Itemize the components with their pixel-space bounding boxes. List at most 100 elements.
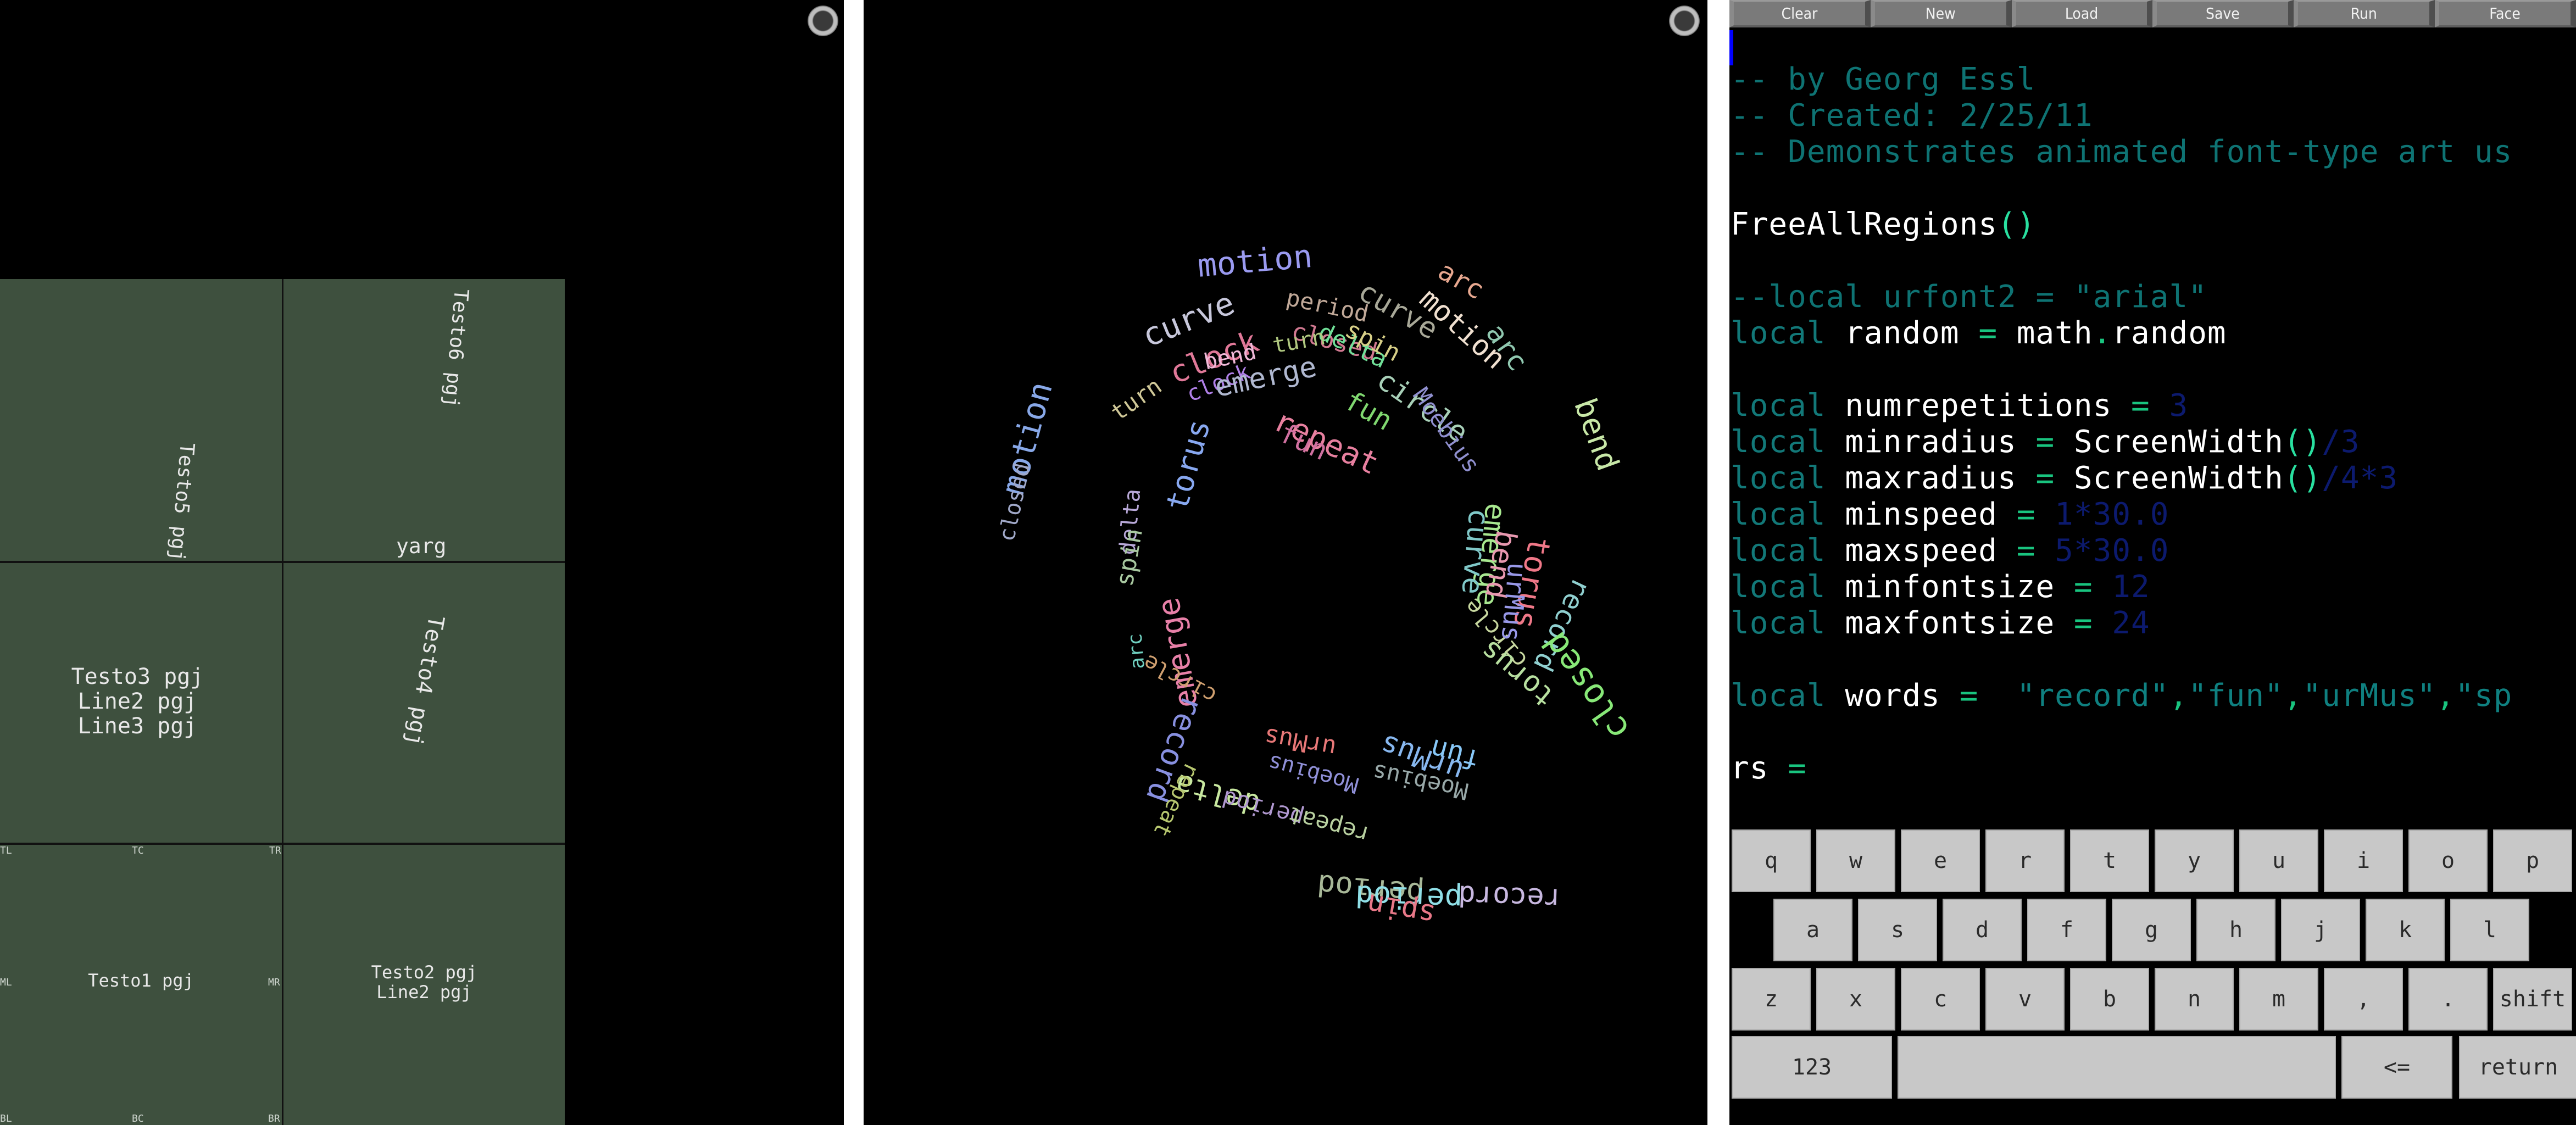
key-return[interactable]: return xyxy=(2459,1036,2576,1099)
code-token: "record" xyxy=(1978,678,2169,714)
key-numbers[interactable]: 123 xyxy=(1732,1036,1892,1099)
clear-button[interactable]: Clear xyxy=(1729,0,1871,27)
key-b[interactable]: b xyxy=(2070,968,2149,1031)
key-y[interactable]: y xyxy=(2155,829,2234,892)
key-shift[interactable]: shift xyxy=(2493,968,2572,1031)
floating-word: urMus xyxy=(1495,561,1533,643)
floating-word: repeat xyxy=(1284,801,1373,849)
code-line: FreeAllRegions() xyxy=(1731,207,2512,243)
code-token: maxradius xyxy=(1845,460,2036,496)
anchor-label-ml: ML xyxy=(0,977,12,988)
key-z[interactable]: z xyxy=(1732,968,1811,1031)
key-g[interactable]: g xyxy=(2112,899,2191,961)
load-button[interactable]: Load xyxy=(2011,0,2153,27)
key-p[interactable]: p xyxy=(2493,829,2572,892)
floating-word: turn xyxy=(1271,324,1327,359)
code-line: local maxfontsize = 24 xyxy=(1731,605,2512,642)
run-button[interactable]: Run xyxy=(2294,0,2435,27)
code-token: random xyxy=(2112,315,2227,351)
key-space[interactable] xyxy=(1898,1036,2336,1099)
circle-toggle-icon[interactable] xyxy=(1669,5,1700,36)
code-token: maxfontsize xyxy=(1845,605,2074,641)
code-token: ScreenWidth xyxy=(2055,424,2284,460)
onscreen-keyboard: q w e r t y u i o p a s d f g h j k l z x c v b n m,. shift 123 <= re… xyxy=(1729,818,2576,1125)
code-token: = xyxy=(2073,605,2093,641)
key-n[interactable]: n xyxy=(2155,968,2234,1031)
code-token: = xyxy=(2131,388,2150,424)
anchor-label-tc: TC xyxy=(132,845,144,856)
code-token: /3 xyxy=(2322,424,2360,460)
key-r[interactable]: r xyxy=(1985,829,2065,892)
code-token: words xyxy=(1845,678,1960,714)
grid-cell-testo6[interactable]: Testo6 pgj yarg xyxy=(283,279,565,561)
code-token: minspeed xyxy=(1845,497,2017,532)
code-token: , xyxy=(2169,678,2189,714)
key-h[interactable]: h xyxy=(2196,899,2275,961)
key-comma[interactable]: , xyxy=(2324,968,2403,1031)
code-token: 1*30.0 xyxy=(2035,497,2169,532)
key-t[interactable]: t xyxy=(2070,829,2149,892)
code-token: math xyxy=(1998,315,2093,351)
code-token: local xyxy=(1731,678,1845,714)
save-button[interactable]: Save xyxy=(2152,0,2294,27)
new-button[interactable]: New xyxy=(1870,0,2012,27)
code-line: local minradius = ScreenWidth()/3 xyxy=(1731,424,2512,460)
key-s[interactable]: s xyxy=(1858,899,1937,961)
grid-cell-testo3[interactable]: Testo3 pgj Line2 pgj Line3 pgj xyxy=(0,563,282,843)
key-period[interactable]: . xyxy=(2408,968,2488,1031)
circle-toggle-icon[interactable] xyxy=(808,5,838,36)
grid-cell-testo1[interactable]: Testo1 pgj TL TC TR ML MR BL BC BR xyxy=(0,845,282,1125)
key-f[interactable]: f xyxy=(2027,899,2106,961)
code-line: local maxradius = ScreenWidth()/4*3 xyxy=(1731,460,2512,497)
key-backspace[interactable]: <= xyxy=(2341,1036,2452,1099)
code-line: local minfontsize = 12 xyxy=(1731,569,2512,605)
key-d[interactable]: d xyxy=(1943,899,2022,961)
code-token: 5*30.0 xyxy=(2035,533,2169,569)
key-k[interactable]: k xyxy=(2366,899,2445,961)
cell-label: Testo4 pgj xyxy=(400,614,449,749)
grid-cell-testo4[interactable]: Testo4 pgj xyxy=(283,563,565,843)
key-u[interactable]: u xyxy=(2239,829,2318,892)
code-token: "sp xyxy=(2455,678,2513,714)
code-line: local words = "record","fun","urMus","sp xyxy=(1731,678,2512,714)
code-line: local random = math.random xyxy=(1731,315,2512,352)
key-m[interactable]: m xyxy=(2239,968,2318,1031)
code-token: local xyxy=(1731,388,1845,424)
grid-cell-testo5[interactable]: Testo5 pgj xyxy=(0,279,282,562)
code-token: 12 xyxy=(2093,569,2150,605)
key-j[interactable]: j xyxy=(2281,899,2360,961)
code-token: = xyxy=(2035,424,2055,460)
code-token: local xyxy=(1731,424,1845,460)
anchor-label-tr: TR xyxy=(269,845,281,856)
code-line: rs = xyxy=(1731,750,2512,787)
code-token: = xyxy=(1978,315,1998,351)
key-v[interactable]: v xyxy=(1985,968,2065,1031)
floating-word: motion xyxy=(1196,237,1314,285)
code-token: = xyxy=(2016,497,2036,532)
key-l[interactable]: l xyxy=(2450,899,2529,961)
key-e[interactable]: e xyxy=(1901,829,1980,892)
code-token: ScreenWidth xyxy=(2055,460,2284,496)
code-token: = xyxy=(2035,460,2055,496)
code-token: local xyxy=(1731,605,1845,641)
code-token: = xyxy=(2016,533,2036,569)
floating-word: record xyxy=(1457,878,1562,915)
code-token: local xyxy=(1731,497,1845,532)
code-token: -- Demonstrates animated font-type art u… xyxy=(1731,134,2513,170)
key-q[interactable]: q xyxy=(1732,829,1811,892)
key-o[interactable]: o xyxy=(2408,829,2488,892)
key-c[interactable]: c xyxy=(1901,968,1980,1031)
key-a[interactable]: a xyxy=(1773,899,1852,961)
grid-cell-testo2[interactable]: Testo2 pgj Line2 pgj xyxy=(283,845,565,1125)
left-panel: Testo5 pgj Testo6 pgj yarg Testo3 pgj Li… xyxy=(0,0,844,1125)
key-i[interactable]: i xyxy=(2324,829,2403,892)
key-w[interactable]: w xyxy=(1816,829,1895,892)
face-button[interactable]: Face xyxy=(2435,0,2576,27)
key-x[interactable]: x xyxy=(1816,968,1895,1031)
code-token: "fun" xyxy=(2188,678,2284,714)
code-editor[interactable]: -- by Georg Essl -- Created: 2/25/11 -- De… xyxy=(1731,62,2512,787)
